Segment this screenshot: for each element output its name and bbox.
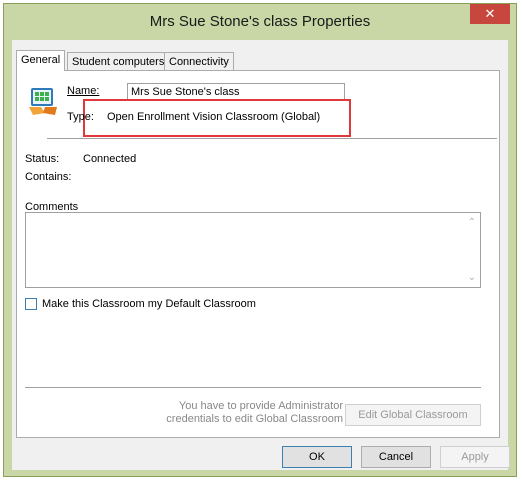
tab-general[interactable]: General [16,50,66,71]
divider-bottom [25,387,481,388]
scroll-up-icon[interactable]: ⌃ [468,217,476,228]
apply-button[interactable]: Apply [440,446,510,468]
comments-textarea[interactable]: ⌃ ⌄ [25,212,481,288]
dialog-client-area: General Student computers Connectivity N… [12,40,510,470]
tab-student-computers[interactable]: Student computers [67,52,170,70]
admin-note: You have to provide Administrator creden… [166,400,343,425]
default-classroom-label[interactable]: Make this Classroom my Default Classroom [42,298,256,310]
title-bar: Mrs Sue Stone's class Properties ✕ [4,4,516,40]
comments-area: ⌃ ⌄ Make this Classroom my Default Class… [25,71,481,437]
close-button[interactable]: ✕ [470,4,510,24]
tab-connectivity[interactable]: Connectivity [164,52,234,70]
default-classroom-checkbox[interactable] [25,298,37,310]
edit-global-classroom-button[interactable]: Edit Global Classroom [345,404,481,426]
window-title: Mrs Sue Stone's class Properties [149,13,371,30]
cancel-button[interactable]: Cancel [361,446,431,468]
ok-button[interactable]: OK [282,446,352,468]
properties-dialog: Mrs Sue Stone's class Properties ✕ Gener… [3,3,517,477]
scroll-down-icon[interactable]: ⌄ [468,272,476,283]
general-tab-panel: Name: Mrs Sue Stone's class Type: Open E… [16,70,500,438]
